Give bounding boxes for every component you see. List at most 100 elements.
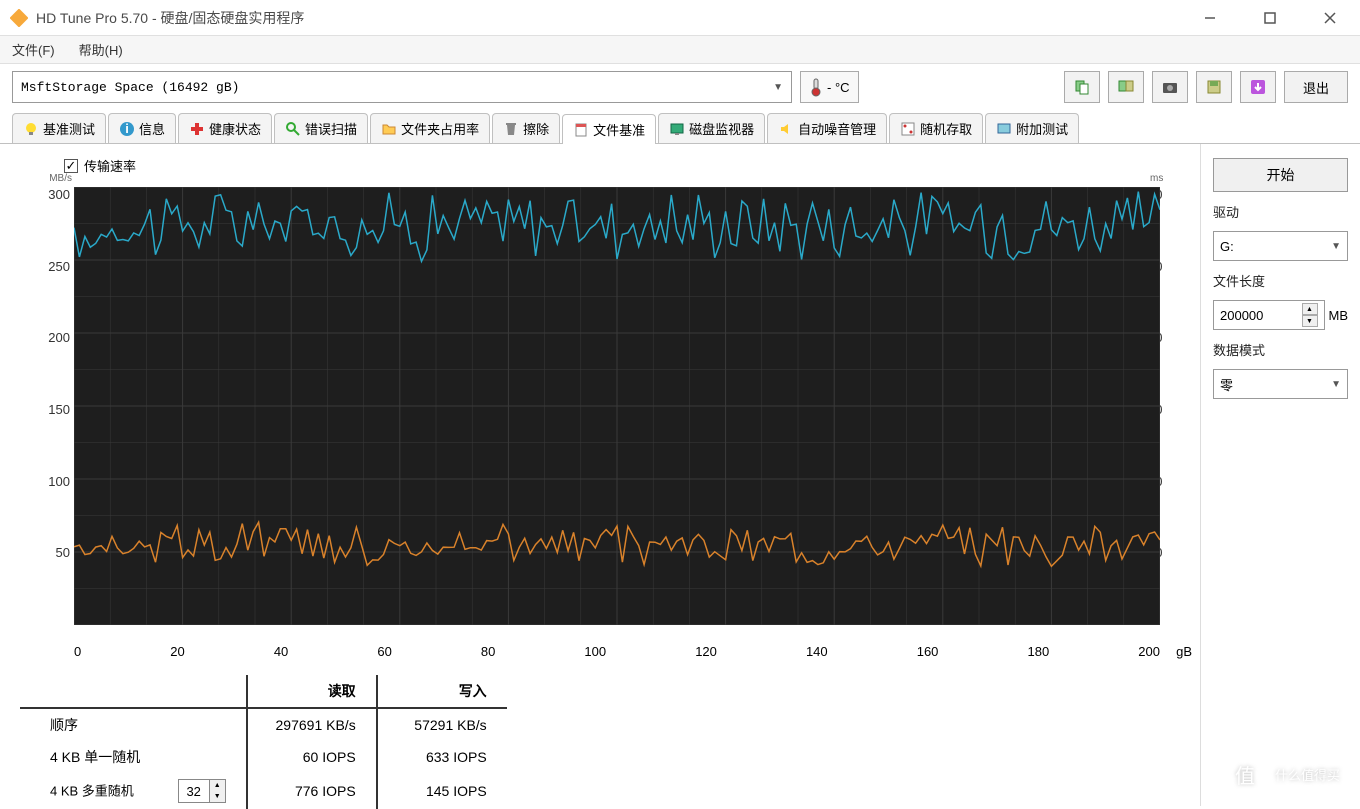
tab-label: 擦除	[523, 119, 549, 138]
copy-icon	[1073, 78, 1091, 96]
xtick: 40	[274, 644, 288, 659]
row-label: 顺序	[20, 708, 247, 741]
transfer-rate-checkbox[interactable]: ✓	[64, 159, 78, 173]
xtick: 80	[481, 644, 495, 659]
tab-health[interactable]: 健康状态	[178, 113, 272, 143]
exit-button[interactable]: 退出	[1284, 71, 1348, 103]
drive-select[interactable]: G: ▼	[1213, 231, 1348, 261]
seq-write: 57291 KB/s	[377, 708, 507, 741]
menu-file[interactable]: 文件(F)	[12, 40, 55, 59]
results-table: 读取 写入 顺序 297691 KB/s 57291 KB/s 4 KB 单一随…	[20, 675, 1180, 809]
titlebar: HD Tune Pro 5.70 - 硬盘/固态硬盘实用程序	[0, 0, 1360, 36]
xtick: 20	[170, 644, 184, 659]
maximize-icon	[1264, 12, 1276, 24]
4k-multi-read: 776 IOPS	[247, 773, 377, 809]
tab-erase[interactable]: 擦除	[492, 113, 560, 143]
tab-label: 文件基准	[593, 120, 645, 139]
menu-help[interactable]: 帮助(H)	[79, 40, 123, 59]
y-axis-left: MB/s 300 250 200 150 100 50	[38, 187, 70, 617]
chevron-down-icon: ▼	[1331, 241, 1341, 252]
tab-label: 信息	[139, 119, 165, 138]
chevron-down-icon: ▼	[1331, 379, 1341, 390]
tab-diskmonitor[interactable]: 磁盘监视器	[658, 113, 765, 143]
tab-label: 磁盘监视器	[689, 119, 754, 138]
load-button[interactable]	[1240, 71, 1276, 103]
device-dropdown[interactable]: MsftStorage Space (16492 gB) ▼	[12, 71, 792, 103]
xtick: 160	[917, 644, 939, 659]
spinner-up-icon[interactable]: ▲	[210, 780, 225, 791]
pattern-value: 零	[1220, 375, 1233, 394]
col-head-write: 写入	[377, 675, 507, 708]
xtick: 120	[695, 644, 717, 659]
spinner-down-icon[interactable]: ▼	[1302, 315, 1318, 327]
copy-screenshot-button[interactable]	[1108, 71, 1144, 103]
tab-extra[interactable]: 附加测试	[985, 113, 1079, 143]
svg-text:i: i	[125, 121, 129, 136]
drive-value: G:	[1220, 239, 1234, 254]
queue-depth-input[interactable]	[179, 780, 209, 802]
window-title: HD Tune Pro 5.70 - 硬盘/固态硬盘实用程序	[36, 8, 1190, 28]
tab-benchmark[interactable]: 基准测试	[12, 113, 106, 143]
trash-icon	[503, 121, 519, 137]
tab-filebenchmark[interactable]: 文件基准	[562, 114, 656, 144]
xtick: 0	[74, 644, 81, 659]
seq-read: 297691 KB/s	[247, 708, 377, 741]
start-button[interactable]: 开始	[1213, 158, 1348, 192]
xtick: 60	[377, 644, 391, 659]
random-icon	[900, 121, 916, 137]
xtick: 140	[806, 644, 828, 659]
minimize-button[interactable]	[1190, 3, 1230, 33]
tab-info[interactable]: i 信息	[108, 113, 176, 143]
filelen-unit: MB	[1329, 308, 1349, 323]
main-content: ✓ 传输速率 MB/s 300 250 200 150 100 50 ms 60…	[0, 144, 1360, 806]
transfer-rate-label: 传输速率	[84, 156, 136, 175]
y-left-unit: MB/s	[49, 173, 72, 184]
tab-label: 附加测试	[1016, 119, 1068, 138]
ytick: 100	[38, 474, 70, 489]
tab-aam[interactable]: 自动噪音管理	[767, 113, 887, 143]
file-length-input[interactable]	[1220, 308, 1280, 323]
right-panel: 开始 驱动 G: ▼ 文件长度 ▲▼ MB 数据模式 零 ▼	[1200, 144, 1360, 806]
drive-label: 驱动	[1213, 202, 1348, 221]
4k-single-write: 633 IOPS	[377, 741, 507, 773]
chart: MB/s 300 250 200 150 100 50 ms 60 50 40 …	[20, 179, 1180, 639]
menubar: 文件(F) 帮助(H)	[0, 36, 1360, 64]
y-right-unit: ms	[1150, 173, 1163, 184]
screenshot-button[interactable]	[1152, 71, 1188, 103]
tab-folderusage[interactable]: 文件夹占用率	[370, 113, 490, 143]
tab-label: 自动噪音管理	[798, 119, 876, 138]
ytick: 150	[38, 402, 70, 417]
xtick: 200	[1138, 644, 1160, 659]
close-icon	[1324, 12, 1336, 24]
app-icon	[10, 9, 28, 27]
queue-depth-spinner[interactable]: ▲▼	[178, 779, 226, 803]
transfer-rate-checkbox-row: ✓ 传输速率	[64, 156, 1180, 175]
ytick: 300	[38, 187, 70, 202]
save-icon	[1205, 78, 1223, 96]
magnifier-icon	[285, 121, 301, 137]
left-panel: ✓ 传输速率 MB/s 300 250 200 150 100 50 ms 60…	[0, 144, 1200, 806]
temperature-display: - °C	[800, 71, 859, 103]
copy-info-button[interactable]	[1064, 71, 1100, 103]
close-button[interactable]	[1310, 3, 1350, 33]
table-row: 顺序 297691 KB/s 57291 KB/s	[20, 708, 507, 741]
pattern-select[interactable]: 零 ▼	[1213, 369, 1348, 399]
save-button[interactable]	[1196, 71, 1232, 103]
tab-label: 健康状态	[209, 119, 261, 138]
spinner-down-icon[interactable]: ▼	[210, 791, 225, 802]
4k-multi-write: 145 IOPS	[377, 773, 507, 809]
spinner-up-icon[interactable]: ▲	[1302, 303, 1318, 315]
4k-single-read: 60 IOPS	[247, 741, 377, 773]
camera-icon	[1161, 78, 1179, 96]
chevron-down-icon: ▼	[773, 82, 783, 93]
file-length-input-wrap: ▲▼	[1213, 300, 1325, 330]
device-value: MsftStorage Space (16492 gB)	[21, 80, 239, 95]
filelen-label: 文件长度	[1213, 271, 1348, 290]
pattern-label: 数据模式	[1213, 340, 1348, 359]
tab-random[interactable]: 随机存取	[889, 113, 983, 143]
download-icon	[1249, 78, 1267, 96]
ytick: 250	[38, 259, 70, 274]
maximize-button[interactable]	[1250, 3, 1290, 33]
tab-errorscan[interactable]: 错误扫描	[274, 113, 368, 143]
toolbar: MsftStorage Space (16492 gB) ▼ - °C 退出	[0, 64, 1360, 110]
